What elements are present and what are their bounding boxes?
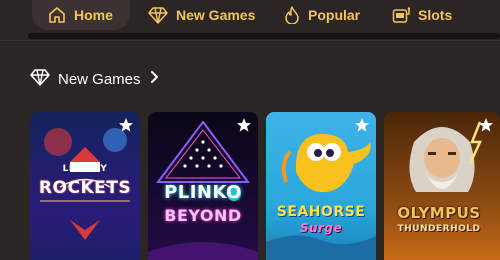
nav-item-label: Slots bbox=[418, 7, 453, 23]
diamond-icon bbox=[148, 6, 168, 24]
game-artwork bbox=[409, 121, 482, 192]
nav-item-home[interactable]: Home bbox=[32, 0, 130, 30]
game-card-liberty-rockets[interactable]: LIBERTY ROCKETS bbox=[30, 112, 140, 260]
nav-item-new-games[interactable]: New Games bbox=[148, 0, 255, 30]
nav-scrollbar[interactable] bbox=[28, 33, 500, 39]
section-header[interactable]: New Games bbox=[30, 67, 159, 91]
game-title-line2: THUNDERHOLD bbox=[397, 224, 481, 234]
nav-item-label: Home bbox=[74, 7, 113, 23]
game-title-line2: ROCKETS bbox=[38, 178, 132, 198]
section-title: New Games bbox=[58, 70, 141, 88]
nav-item-popular[interactable]: Popular bbox=[284, 0, 360, 30]
game-title-line1: OLYMPUS bbox=[397, 204, 481, 222]
game-card-olympus-thunderhold[interactable]: OLYMPUS THUNDERHOLD bbox=[384, 112, 500, 260]
slot-machine-icon bbox=[392, 6, 410, 24]
nav-item-slots[interactable]: Slots bbox=[392, 0, 452, 30]
nav-item-label: Popular bbox=[308, 7, 361, 23]
game-title-line1: SEAHORSE bbox=[276, 204, 366, 220]
game-title-line1: LIBERTY bbox=[62, 164, 108, 174]
game-card-seahorse-surge[interactable]: SEAHORSE Surge bbox=[266, 112, 376, 260]
nav-item-label: New Games bbox=[176, 7, 256, 23]
top-nav: Home New Games Popular Slots bbox=[0, 0, 500, 39]
star-icon[interactable] bbox=[236, 117, 252, 133]
divider bbox=[0, 40, 500, 41]
home-icon bbox=[48, 6, 66, 24]
game-title-line2: Surge bbox=[299, 221, 343, 235]
star-icon[interactable] bbox=[478, 117, 494, 133]
game-card-plinko-beyond[interactable]: PLINKO BEYOND bbox=[148, 112, 258, 260]
game-title-line1: PLINKO bbox=[164, 182, 242, 203]
star-icon[interactable] bbox=[118, 117, 134, 133]
game-title-line2: BEYOND bbox=[164, 206, 242, 225]
diamond-icon bbox=[30, 68, 50, 91]
chevron-right-icon[interactable] bbox=[149, 70, 159, 89]
game-artwork bbox=[266, 133, 376, 260]
flame-icon bbox=[284, 6, 300, 24]
star-icon[interactable] bbox=[354, 117, 370, 133]
